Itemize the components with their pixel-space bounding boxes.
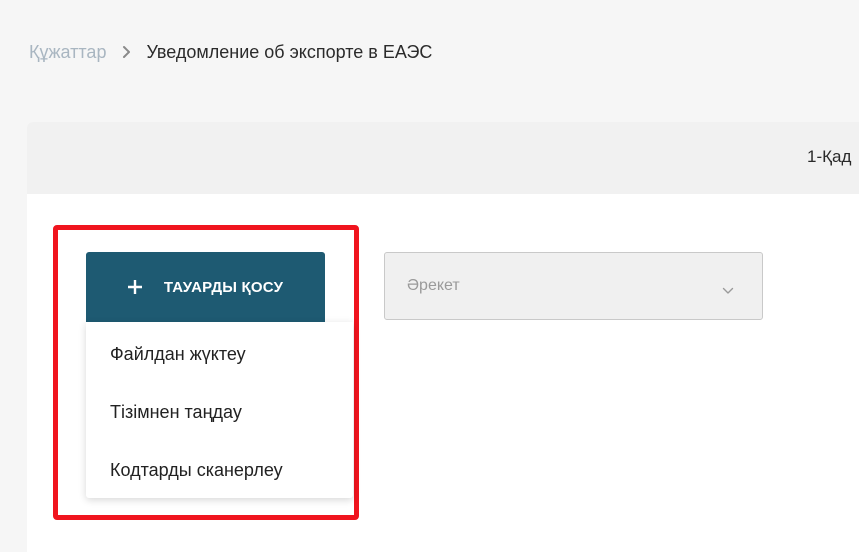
chevron-right-icon bbox=[122, 45, 132, 59]
menu-item-select-from-list[interactable]: Тізімнен таңдау bbox=[110, 402, 242, 423]
step-label[interactable]: 1-Қад bbox=[807, 147, 851, 167]
chevron-down-icon bbox=[722, 282, 734, 294]
card-header: 1-Қад bbox=[27, 122, 859, 194]
add-goods-button-label: ТАУАРДЫ ҚОСУ bbox=[163, 278, 284, 296]
breadcrumb: Құжаттар Уведомление об экспорте в ЕАЭС bbox=[29, 40, 432, 64]
menu-item-upload-file[interactable]: Файлдан жүктеу bbox=[110, 344, 246, 365]
add-goods-menu: Файлдан жүктеу Тізімнен таңдау Кодтарды … bbox=[86, 322, 353, 498]
breadcrumb-link-documents[interactable]: Құжаттар bbox=[29, 42, 106, 63]
plus-icon bbox=[127, 280, 142, 294]
action-select-placeholder: Әрекет bbox=[407, 277, 460, 294]
menu-item-scan-codes[interactable]: Кодтарды сканерлеу bbox=[110, 460, 283, 481]
breadcrumb-current: Уведомление об экспорте в ЕАЭС bbox=[146, 41, 433, 62]
add-goods-button[interactable]: ТАУАРДЫ ҚОСУ bbox=[86, 252, 325, 322]
action-select[interactable]: Әрекет bbox=[384, 252, 763, 320]
